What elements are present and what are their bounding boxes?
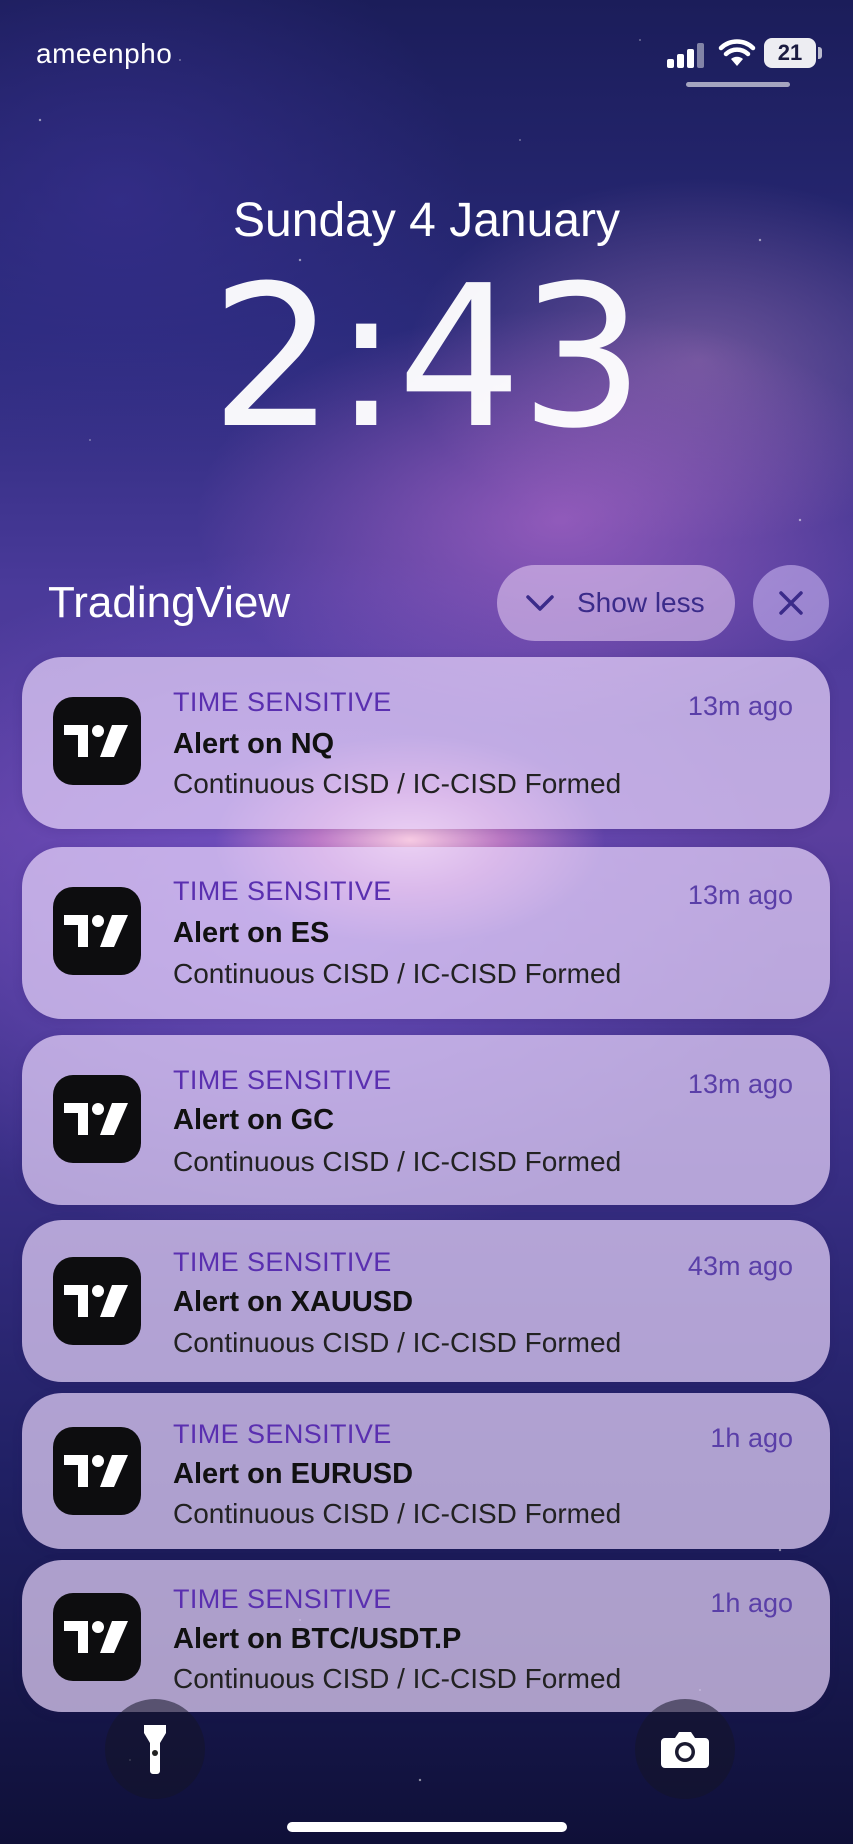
battery-icon: 21 (764, 38, 816, 68)
notification-body: Continuous CISD / IC-CISD Formed (173, 958, 622, 989)
notification-tag: TIME SENSITIVE (173, 687, 392, 717)
notification-card[interactable]: TIME SENSITIVE 13m ago Alert on NQ Conti… (22, 657, 830, 829)
notification-title: Alert on EURUSD (173, 1458, 414, 1490)
notification-card[interactable]: TIME SENSITIVE 13m ago Alert on GC Conti… (22, 1035, 830, 1205)
lock-time: 2:43 (210, 244, 644, 472)
notification-time: 13m ago (687, 880, 793, 910)
notification-tag: TIME SENSITIVE (173, 1247, 392, 1277)
group-app-name: TradingView (48, 578, 291, 627)
tradingview-logo-icon (53, 697, 141, 785)
notification-card[interactable]: TIME SENSITIVE 1h ago Alert on EURUSD Co… (22, 1393, 830, 1549)
cellular-signal-icon (667, 42, 707, 68)
notification-card[interactable]: TIME SENSITIVE 1h ago Alert on BTC/USDT.… (22, 1560, 830, 1712)
show-less-label: Show less (577, 587, 705, 618)
flashlight-icon (144, 1725, 166, 1774)
notification-title: Alert on NQ (173, 728, 335, 760)
battery-tip (818, 47, 822, 59)
carrier-name: ameenpho (36, 38, 173, 69)
notification-time: 43m ago (687, 1251, 793, 1281)
notification-tag: TIME SENSITIVE (173, 1419, 392, 1449)
lock-date: Sunday 4 January (233, 194, 620, 247)
notification-tag: TIME SENSITIVE (173, 876, 392, 906)
notification-body: Continuous CISD / IC-CISD Formed (173, 768, 622, 799)
notification-card[interactable]: TIME SENSITIVE 43m ago Alert on XAUUSD C… (22, 1220, 830, 1382)
status-bar: ameenpho 21 (0, 0, 853, 100)
notification-time: 1h ago (710, 1588, 793, 1618)
flashlight-button[interactable] (105, 1699, 205, 1799)
notification-title: Alert on XAUUSD (173, 1286, 414, 1318)
control-center-indicator[interactable] (686, 82, 790, 87)
notification-body: Continuous CISD / IC-CISD Formed (173, 1146, 622, 1177)
chevron-down-icon (526, 595, 554, 611)
notification-time: 13m ago (687, 1069, 793, 1099)
notification-title: Alert on BTC/USDT.P (173, 1623, 462, 1655)
camera-button[interactable] (635, 1699, 735, 1799)
notification-card[interactable]: TIME SENSITIVE 13m ago Alert on ES Conti… (22, 847, 830, 1019)
home-indicator[interactable] (287, 1822, 567, 1832)
notification-time: 1h ago (710, 1423, 793, 1453)
notification-title: Alert on GC (173, 1104, 335, 1136)
clear-group-button[interactable] (753, 565, 829, 641)
tradingview-logo-icon (53, 887, 141, 975)
notification-body: Continuous CISD / IC-CISD Formed (173, 1663, 622, 1694)
tradingview-logo-icon (53, 1257, 141, 1345)
notification-title: Alert on ES (173, 917, 330, 949)
tradingview-logo-icon (53, 1593, 141, 1681)
wifi-icon (718, 39, 756, 66)
notification-time: 13m ago (687, 691, 793, 721)
notification-tag: TIME SENSITIVE (173, 1584, 392, 1614)
tradingview-logo-icon (53, 1075, 141, 1163)
tradingview-logo-icon (53, 1427, 141, 1515)
show-less-button[interactable]: Show less (497, 565, 735, 641)
notification-body: Continuous CISD / IC-CISD Formed (173, 1327, 622, 1358)
close-icon (779, 591, 803, 615)
notification-group-header: TradingView Show less (0, 562, 853, 642)
camera-icon (661, 1732, 709, 1768)
notification-tag: TIME SENSITIVE (173, 1065, 392, 1095)
notification-body: Continuous CISD / IC-CISD Formed (173, 1498, 622, 1529)
